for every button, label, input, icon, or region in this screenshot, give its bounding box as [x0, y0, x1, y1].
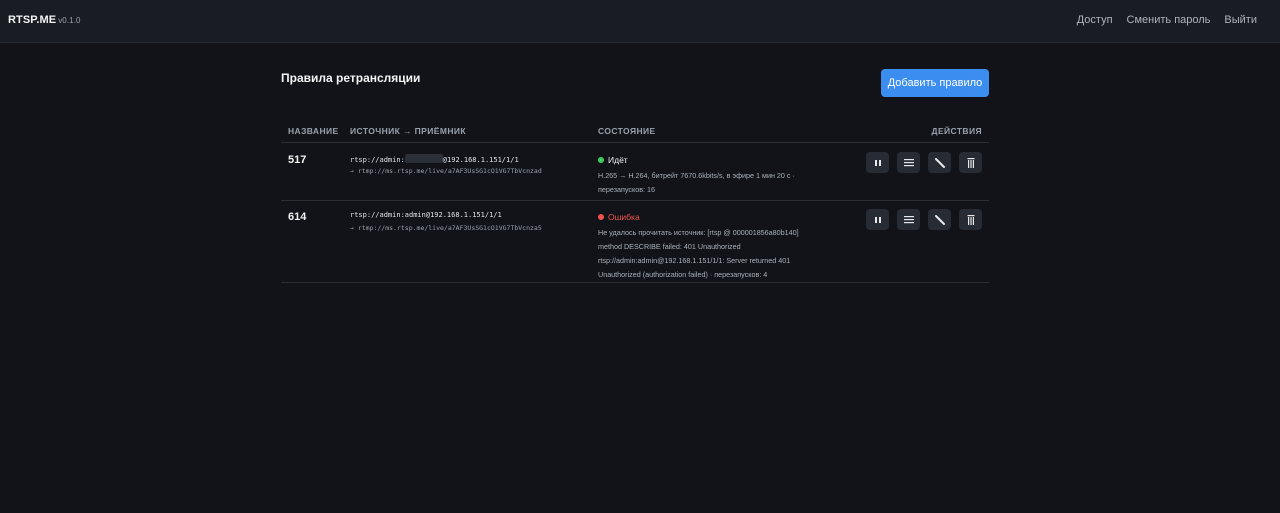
status-label: Идёт: [608, 155, 628, 165]
status-detail-line: rtsp://admin:admin@192.168.1.151/1/1: Se…: [598, 256, 791, 265]
top-nav: Доступ Сменить пароль Выйти: [1077, 14, 1257, 26]
status-badge: Ошибка: [598, 212, 640, 222]
pause-icon: [874, 216, 881, 223]
menu-icon: [903, 216, 914, 224]
add-rule-button[interactable]: Добавить правило: [881, 69, 989, 97]
column-header-name: НАЗВАНИЕ: [288, 126, 339, 136]
edit-icon: [934, 157, 945, 168]
status-detail-line: H.265 → H.264, битрейт 7670.6kbits/s, в …: [598, 171, 795, 180]
logs-button[interactable]: [897, 152, 920, 173]
logs-button[interactable]: [897, 209, 920, 230]
status-details: Не удалось прочитать источник: [rtsp @ 0…: [598, 226, 838, 282]
table-row: 614 rtsp://admin:admin@192.168.1.151/1/1…: [281, 201, 989, 283]
table-row: 517 rtsp://admin: @192.168.1.151/1/1 → rt…: [281, 144, 989, 201]
column-header-source: ИСТОЧНИК → ПРИЁМНИК: [350, 126, 466, 136]
delete-icon: [967, 214, 974, 225]
source-url: rtsp://admin: @192.168.1.151/1/1: [350, 154, 519, 164]
version-label: v0.1.0: [58, 16, 81, 25]
source-url-prefix: rtsp://admin:: [350, 156, 405, 164]
status-details: H.265 → H.264, битрейт 7670.6kbits/s, в …: [598, 169, 838, 197]
nav-change-password-link[interactable]: Сменить пароль: [1127, 14, 1211, 26]
pause-button[interactable]: [866, 152, 889, 173]
rule-name: 517: [288, 154, 307, 166]
nav-logout-link[interactable]: Выйти: [1224, 14, 1257, 26]
source-url-suffix: @192.168.1.151/1/1: [442, 156, 519, 164]
status-dot-icon: [598, 157, 604, 163]
status-detail-line: Unauthorized (authorization failed) · пе…: [598, 270, 768, 279]
row-actions: [866, 209, 982, 230]
pause-icon: [874, 159, 881, 166]
status-detail-line: Не удалось прочитать источник: [rtsp @ 0…: [598, 228, 799, 237]
destination-url: → rtmp://ms.rtsp.me/live/a7AF3UsSG1cO1VG…: [350, 224, 542, 232]
column-header-state: СОСТОЯНИЕ: [598, 126, 656, 136]
column-header-actions: ДЕЙСТВИЯ: [931, 126, 982, 136]
delete-icon: [967, 157, 974, 168]
edit-button[interactable]: [928, 209, 951, 230]
page-title: Правила ретрансляции: [281, 71, 421, 85]
nav-access-link[interactable]: Доступ: [1077, 14, 1113, 26]
pause-button[interactable]: [866, 209, 889, 230]
edit-button[interactable]: [928, 152, 951, 173]
brand-name: RTSP.ME: [8, 14, 57, 26]
status-badge: Идёт: [598, 155, 628, 165]
redacted-password: [404, 154, 443, 163]
status-detail-line: method DESCRIBE failed: 401 Unauthorized: [598, 242, 741, 251]
destination-url: → rtmp://ms.rtsp.me/live/a7AF3UsSG1cO1VG…: [350, 167, 542, 175]
source-url: rtsp://admin:admin@192.168.1.151/1/1: [350, 211, 502, 219]
rule-name: 614: [288, 211, 307, 223]
status-label: Ошибка: [608, 212, 640, 222]
delete-button[interactable]: [959, 152, 982, 173]
row-actions: [866, 152, 982, 173]
top-bar: RTSP.ME v0.1.0 Доступ Сменить пароль Выйт…: [0, 0, 1280, 43]
menu-icon: [903, 159, 914, 167]
delete-button[interactable]: [959, 209, 982, 230]
status-dot-icon: [598, 214, 604, 220]
edit-icon: [934, 214, 945, 225]
table-header: НАЗВАНИЕ ИСТОЧНИК → ПРИЁМНИК СОСТОЯНИЕ Д…: [281, 119, 989, 143]
brand-logo[interactable]: RTSP.ME v0.1.0: [8, 14, 81, 26]
status-detail-line: перезапусков: 16: [598, 185, 656, 194]
